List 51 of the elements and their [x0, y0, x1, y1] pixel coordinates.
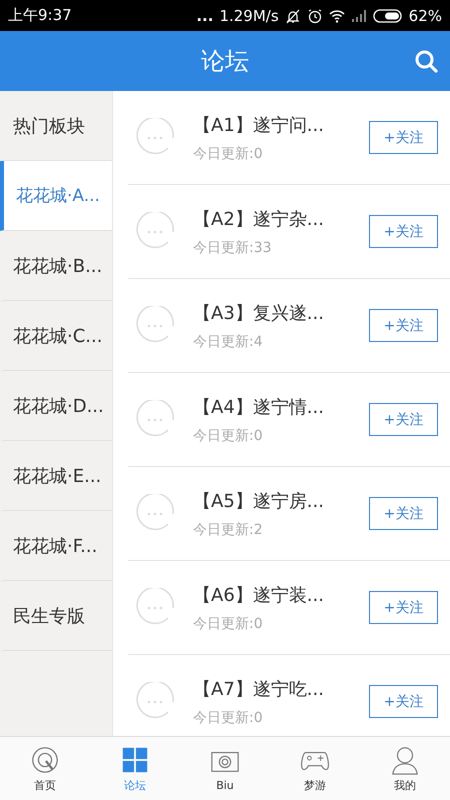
tab-label: 我的	[394, 778, 416, 792]
tab-label: 梦游	[304, 778, 326, 792]
sidebar-item[interactable]: 花花城·E...	[0, 441, 112, 511]
network-speed: 1.29M/s	[219, 6, 279, 24]
sidebar-item[interactable]: 民生专版	[0, 581, 112, 651]
alarm-icon	[306, 8, 323, 24]
follow-button[interactable]: +关注	[369, 121, 438, 154]
tab-label: 论坛	[124, 778, 146, 792]
update-count: 今日更新:0	[193, 708, 264, 726]
forum-title[interactable]: 【A4】遂宁情...	[193, 394, 369, 418]
status-dots: ...	[196, 6, 214, 24]
battery-percent: 62%	[408, 6, 442, 24]
update-count: 今日更新:4	[193, 332, 264, 350]
follow-button[interactable]: +关注	[369, 215, 438, 248]
update-count: 今日更新:0	[193, 426, 264, 444]
forum-title[interactable]: 【A2】遂宁杂...	[193, 206, 369, 230]
battery-icon	[372, 8, 403, 22]
sidebar-item[interactable]: 花花城·D...	[0, 371, 112, 441]
status-time: 上午9:37	[8, 6, 72, 24]
tab-label: 首页	[34, 778, 56, 792]
page-title: 论坛	[201, 46, 249, 77]
sidebar-item[interactable]: 花花城·B...	[0, 231, 112, 301]
follow-button[interactable]: +关注	[369, 591, 438, 624]
search-icon[interactable]	[414, 49, 438, 73]
follow-button[interactable]: +关注	[369, 403, 438, 436]
tab-item[interactable]: 首页	[0, 737, 90, 800]
sidebar-item[interactable]: 花花城·F...	[0, 511, 112, 581]
forum-title[interactable]: 【A3】复兴遂...	[193, 300, 369, 324]
bell-off-icon	[284, 8, 301, 24]
update-count: 今日更新:0	[193, 614, 264, 632]
forum-title[interactable]: 【A6】遂宁装...	[193, 582, 369, 606]
follow-button[interactable]: +关注	[369, 309, 438, 342]
update-count: 今日更新:2	[193, 520, 264, 538]
tab-item[interactable]: 梦游	[270, 737, 360, 800]
signal-icon	[350, 8, 367, 24]
tab-item[interactable]: 论坛	[90, 737, 180, 800]
forum-title[interactable]: 【A7】遂宁吃...	[193, 676, 369, 700]
person-icon	[390, 744, 420, 774]
tab-item[interactable]: Biu	[180, 737, 270, 800]
follow-button[interactable]: +关注	[369, 497, 438, 530]
forum-title[interactable]: 【A1】遂宁问...	[193, 112, 369, 136]
tab-label: Biu	[216, 778, 234, 792]
home-icon	[30, 744, 60, 774]
sidebar-item[interactable]: 花花城·A...	[0, 161, 112, 231]
update-count: 今日更新:0	[193, 144, 264, 162]
follow-button[interactable]: +关注	[369, 685, 438, 718]
update-count: 今日更新:33	[193, 238, 273, 256]
wifi-icon	[328, 8, 345, 24]
forum-title[interactable]: 【A5】遂宁房...	[193, 488, 369, 512]
sidebar-item[interactable]: 花花城·C...	[0, 301, 112, 371]
tab-item[interactable]: 我的	[360, 737, 450, 800]
